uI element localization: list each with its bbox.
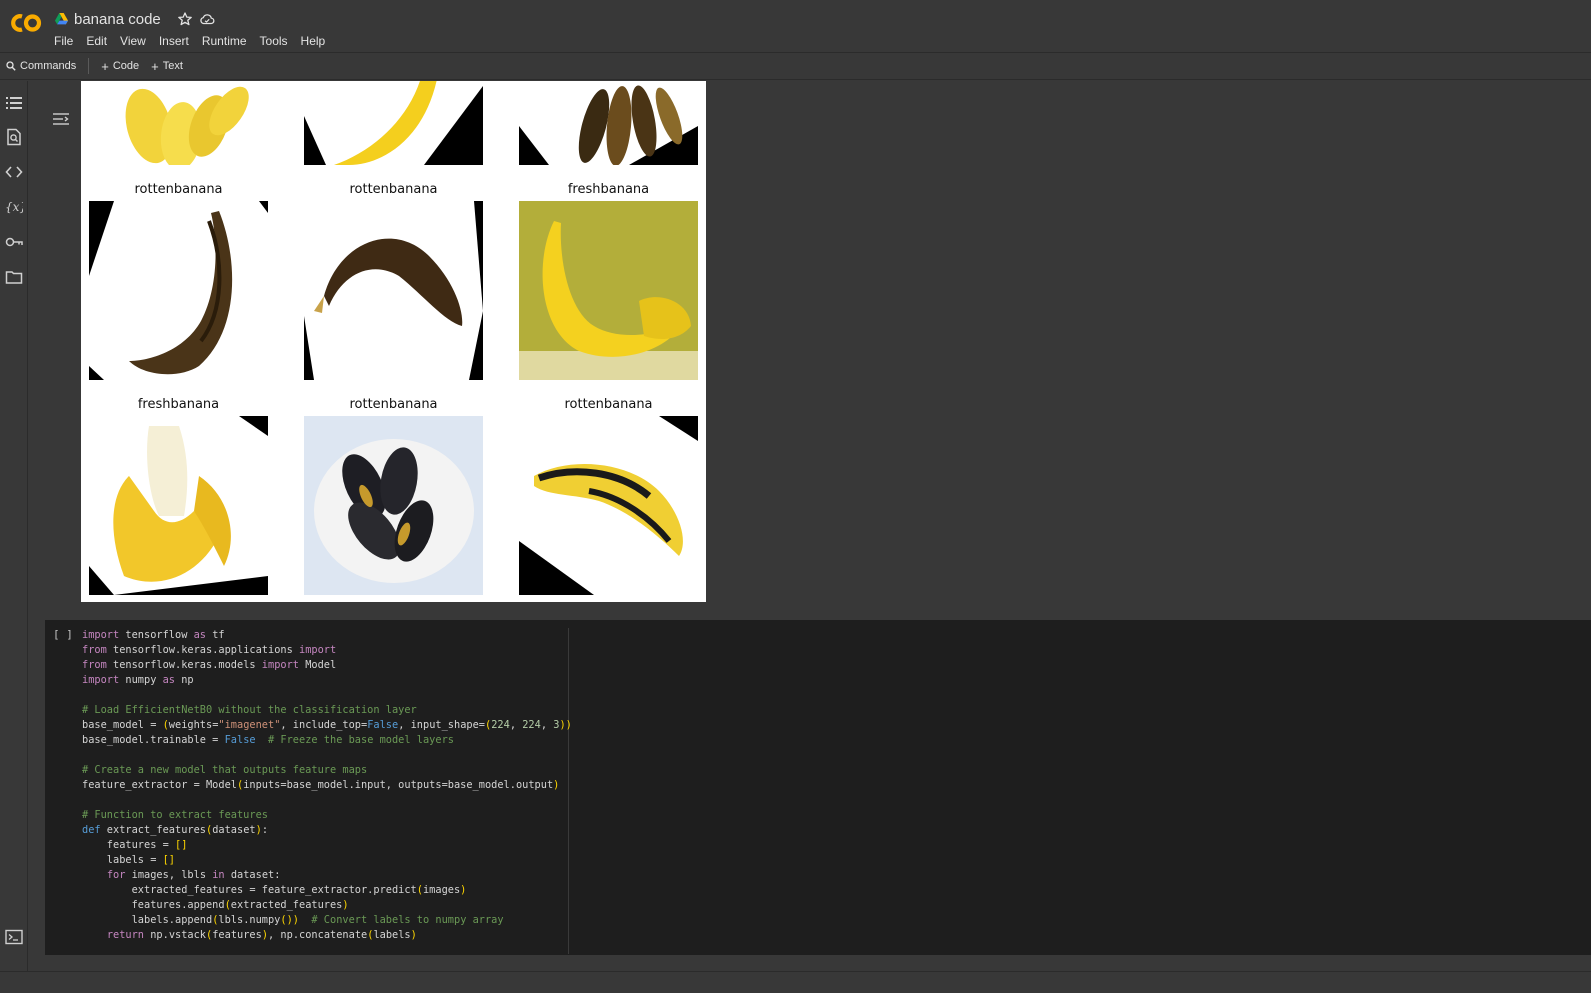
menu-view[interactable]: View — [120, 34, 153, 48]
menu-bar: File Edit View Insert Runtime Tools Help — [54, 34, 338, 48]
code-snippets-icon[interactable] — [5, 163, 23, 181]
code-line: import numpy as np — [82, 674, 194, 686]
cell-output-image-grid: rottenbanana rottenbanana freshbanana fr… — [81, 81, 706, 602]
status-bar — [0, 971, 1591, 993]
code-line: features.append(extracted_features) — [82, 899, 349, 911]
code-line: labels.append(lbls.numpy()) # Convert la… — [82, 914, 504, 926]
toolbar-divider — [88, 58, 90, 74]
code-line: for images, lbls in dataset: — [106, 869, 281, 881]
files-folder-icon[interactable] — [5, 268, 23, 286]
image-label: rottenbanana — [349, 182, 438, 197]
left-sidebar: {x} — [0, 81, 28, 971]
menu-tools[interactable]: Tools — [260, 34, 295, 48]
code-line: features = [] — [82, 839, 188, 851]
image-label: rottenbanana — [134, 182, 223, 197]
add-code-button[interactable]: + Code — [95, 55, 145, 77]
star-icon[interactable] — [177, 11, 193, 27]
plus-icon: + — [151, 58, 159, 74]
code-line: import tensorflow as tf — [82, 629, 225, 641]
banana-image-8 — [304, 416, 483, 595]
cell-run-button[interactable]: [ ] — [53, 628, 73, 641]
banana-image-1 — [89, 81, 268, 165]
colab-logo[interactable] — [9, 12, 43, 34]
code-line: extracted_features = feature_extractor.p… — [82, 884, 467, 896]
variables-icon[interactable]: {x} — [5, 198, 23, 216]
menu-edit[interactable]: Edit — [86, 34, 114, 48]
code-cell[interactable]: [ ] import tensorflow as tf from tensorfl… — [45, 620, 1591, 955]
image-label: rottenbanana — [564, 397, 653, 412]
banana-image-3 — [519, 81, 698, 165]
toolbar: Commands + Code + Text — [0, 52, 1591, 80]
google-drive-icon[interactable] — [55, 13, 68, 25]
title-row: banana code — [55, 10, 215, 28]
secrets-key-icon[interactable] — [5, 233, 23, 251]
code-editor[interactable]: import tensorflow as tf from tensorflow.k… — [82, 628, 572, 943]
add-text-button[interactable]: + Text — [145, 55, 189, 77]
code-line: feature_extractor = Model(inputs=base_mo… — [82, 779, 560, 791]
notebook-title[interactable]: banana code — [74, 11, 161, 28]
menu-insert[interactable]: Insert — [159, 34, 196, 48]
search-icon — [6, 61, 16, 71]
code-line: base_model = (weights="imagenet", includ… — [82, 719, 572, 731]
add-text-label: Text — [162, 60, 183, 72]
banana-image-9 — [519, 416, 698, 595]
plus-icon: + — [101, 58, 109, 74]
code-line: from tensorflow.keras.models import Mode… — [82, 659, 337, 671]
banana-image-5 — [304, 201, 483, 380]
menu-file[interactable]: File — [54, 34, 80, 48]
menu-help[interactable]: Help — [301, 34, 333, 48]
table-of-contents-icon[interactable] — [5, 94, 23, 112]
menu-runtime[interactable]: Runtime — [202, 34, 254, 48]
banana-image-6 — [519, 201, 698, 380]
code-line: def extract_features(dataset): — [82, 824, 269, 836]
code-line: # Function to extract features — [82, 809, 268, 821]
image-label: freshbanana — [567, 182, 650, 197]
output-actions-icon[interactable] — [52, 111, 70, 127]
find-icon[interactable] — [5, 128, 23, 146]
svg-text:{x}: {x} — [5, 200, 23, 214]
code-line: base_model.trainable = False # Freeze th… — [82, 734, 454, 746]
image-label: rottenbanana — [349, 397, 438, 412]
cloud-saved-icon[interactable] — [199, 11, 215, 27]
commands-label: Commands — [20, 60, 77, 72]
code-line: # Load EfficientNetB0 without the classi… — [82, 704, 417, 716]
code-line: labels = [] — [82, 854, 175, 866]
add-code-label: Code — [112, 60, 140, 72]
banana-image-2 — [304, 81, 483, 165]
code-line: # Create a new model that outputs featur… — [82, 764, 368, 776]
code-line: from tensorflow.keras.applications impor… — [82, 644, 337, 656]
image-label: freshbanana — [137, 397, 220, 412]
commands-button[interactable]: Commands — [0, 55, 82, 77]
terminal-icon[interactable] — [5, 929, 23, 945]
app-header: banana code File Edit View Insert Runtim… — [0, 0, 1591, 52]
notebook-main: rottenbanana rottenbanana freshbanana fr… — [29, 81, 1591, 971]
banana-image-4 — [89, 201, 268, 380]
code-line: return np.vstack(features), np.concatena… — [106, 929, 417, 941]
banana-image-7 — [89, 416, 268, 595]
